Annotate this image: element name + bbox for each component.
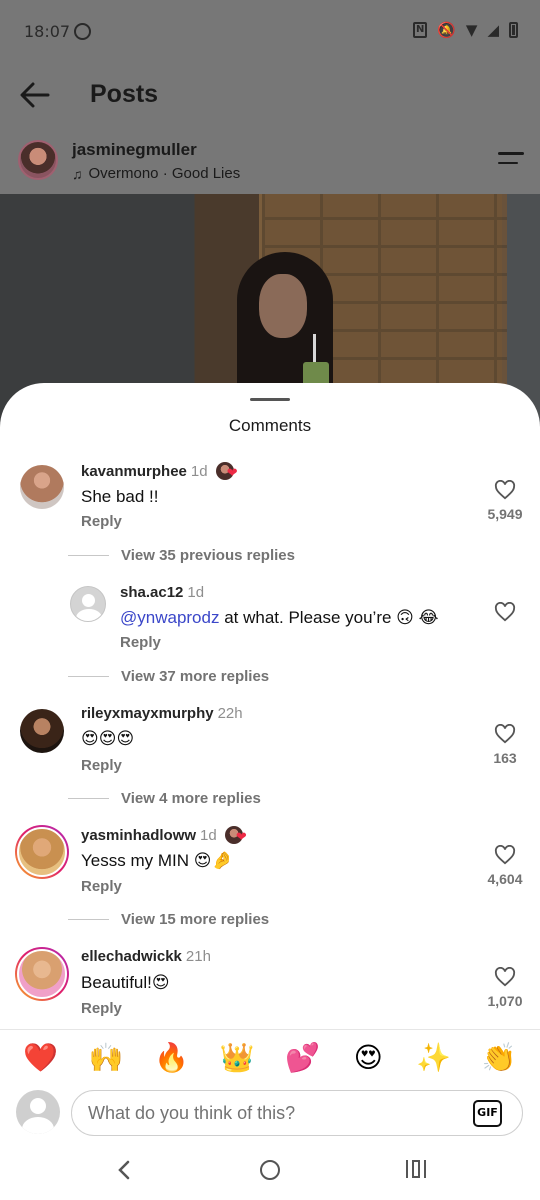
comment-username[interactable]: sha.ac12 1d [120,584,204,601]
divider-line [68,919,109,920]
comment-username[interactable]: ellechadwickk 21h [81,948,211,965]
reply-button[interactable]: Reply [81,757,122,774]
view-replies-button[interactable]: View 35 previous replies [68,547,295,564]
view-replies-label: View 37 more replies [121,668,270,685]
emoji-bar-divider [0,1029,540,1030]
heart-outline-icon[interactable] [494,967,516,987]
system-home-icon[interactable] [260,1160,280,1180]
reply-button[interactable]: Reply [81,513,122,530]
comment-time: 1d [190,462,208,480]
status-icons: N 🔕 ▼ ◢ [413,21,518,39]
reply-button[interactable]: Reply [120,634,161,651]
view-replies-label: View 4 more replies [121,790,261,807]
comment-input[interactable] [71,1090,523,1136]
view-replies-button[interactable]: View 37 more replies [68,668,269,685]
nfc-icon: N [413,22,428,38]
arrow-left-icon[interactable] [20,82,50,108]
comment-input-row: GIF [0,1086,540,1142]
like-count: 163 [493,750,517,766]
reply-button[interactable]: Reply [81,1000,122,1017]
heart-outline-icon[interactable] [494,602,516,622]
system-back-icon[interactable] [116,1160,132,1180]
divider-line [68,676,109,677]
like-count: 1,070 [487,993,523,1009]
post-music-label: Overmono · Good Lies [88,165,241,182]
mention-link[interactable]: @ynwaprodz [120,608,219,627]
battery-icon [509,22,518,38]
post-author-username[interactable]: jasminegmuller [72,140,197,160]
emoji-heart-button[interactable]: ❤️ [11,1038,71,1080]
emoji-heart-eyes-button[interactable]: 😍 [338,1038,398,1080]
post-author-avatar[interactable] [18,140,58,180]
heart-outline-icon[interactable] [494,845,516,865]
view-replies-button[interactable]: View 4 more replies [68,790,261,807]
creator-liked-icon: ❤ [215,462,240,482]
view-replies-label: View 15 more replies [121,911,270,928]
avatar[interactable] [70,586,106,622]
emoji-reaction-bar: ❤️ 🙌 🔥 👑 💕 😍 ✨ 👏 [0,1038,540,1080]
emoji-fire-button[interactable]: 🔥 [142,1038,202,1080]
gif-button[interactable]: GIF [473,1100,502,1127]
avatar[interactable] [15,825,69,879]
comment-text: @ynwaprodz at what. Please you’re 🙃 😂 [120,608,439,627]
status-bar: 18:07 N 🔕 ▼ ◢ [0,0,540,62]
divider-line [68,798,109,799]
like-count: 5,949 [487,506,523,522]
heart-outline-icon[interactable] [494,480,516,500]
sheet-title: Comments [228,416,312,435]
comment-text: 😍😍😍 [81,729,135,749]
comment-username[interactable]: rileyxmayxmurphy 22h [81,705,243,722]
page-title: Posts [90,80,159,108]
comment-time: 22h [217,705,243,722]
reply-button[interactable]: Reply [81,878,122,895]
emoji-crown-button[interactable]: 👑 [207,1038,267,1080]
system-recents-icon[interactable] [406,1160,428,1180]
status-time: 18:07 [24,22,71,41]
creator-liked-icon: ❤ [224,826,249,846]
comment-time: 1d [200,826,217,844]
comment-username[interactable]: kavanmurphee 1d ❤ [81,462,240,482]
comment-username[interactable]: yasminhadloww 1d ❤ [81,826,249,846]
options-icon[interactable] [498,152,524,168]
post-music[interactable]: ♫ Overmono · Good Lies [72,165,240,182]
wifi-icon: ▼ [465,21,478,39]
comment-text: She bad !! [81,487,159,506]
avatar[interactable] [15,947,69,1001]
view-replies-button[interactable]: View 15 more replies [68,911,269,928]
avatar[interactable] [20,709,64,753]
sheet-drag-handle[interactable] [250,398,290,401]
comment-text: Yesss my MIN 😍🤌 [81,851,233,870]
heart-outline-icon[interactable] [494,724,516,744]
signal-icon: ◢ [487,21,499,39]
mute-icon: 🔕 [437,21,456,39]
emoji-raised-hands-button[interactable]: 🙌 [76,1038,136,1080]
divider-line [68,555,109,556]
avatar[interactable] [20,465,64,509]
comment-time: 21h [185,948,211,965]
post-header: jasminegmuller ♫ Overmono · Good Lies [0,128,540,194]
comment-text: Beautiful!😍 [81,973,170,992]
system-nav-bar [0,1142,540,1200]
emoji-sparkles-button[interactable]: ✨ [404,1038,464,1080]
chat-notification-icon [74,23,91,40]
emoji-clap-button[interactable]: 👏 [469,1038,529,1080]
view-replies-label: View 35 previous replies [121,547,295,564]
music-note-icon: ♫ [72,165,83,182]
like-count: 4,604 [487,871,523,887]
user-avatar [16,1090,60,1134]
emoji-two-hearts-button[interactable]: 💕 [273,1038,333,1080]
top-nav: Posts [0,62,540,128]
background-post-screen: 18:07 N 🔕 ▼ ◢ Posts jasminegmuller ♫ Ove… [0,0,540,444]
comment-time: 1d [187,584,205,601]
